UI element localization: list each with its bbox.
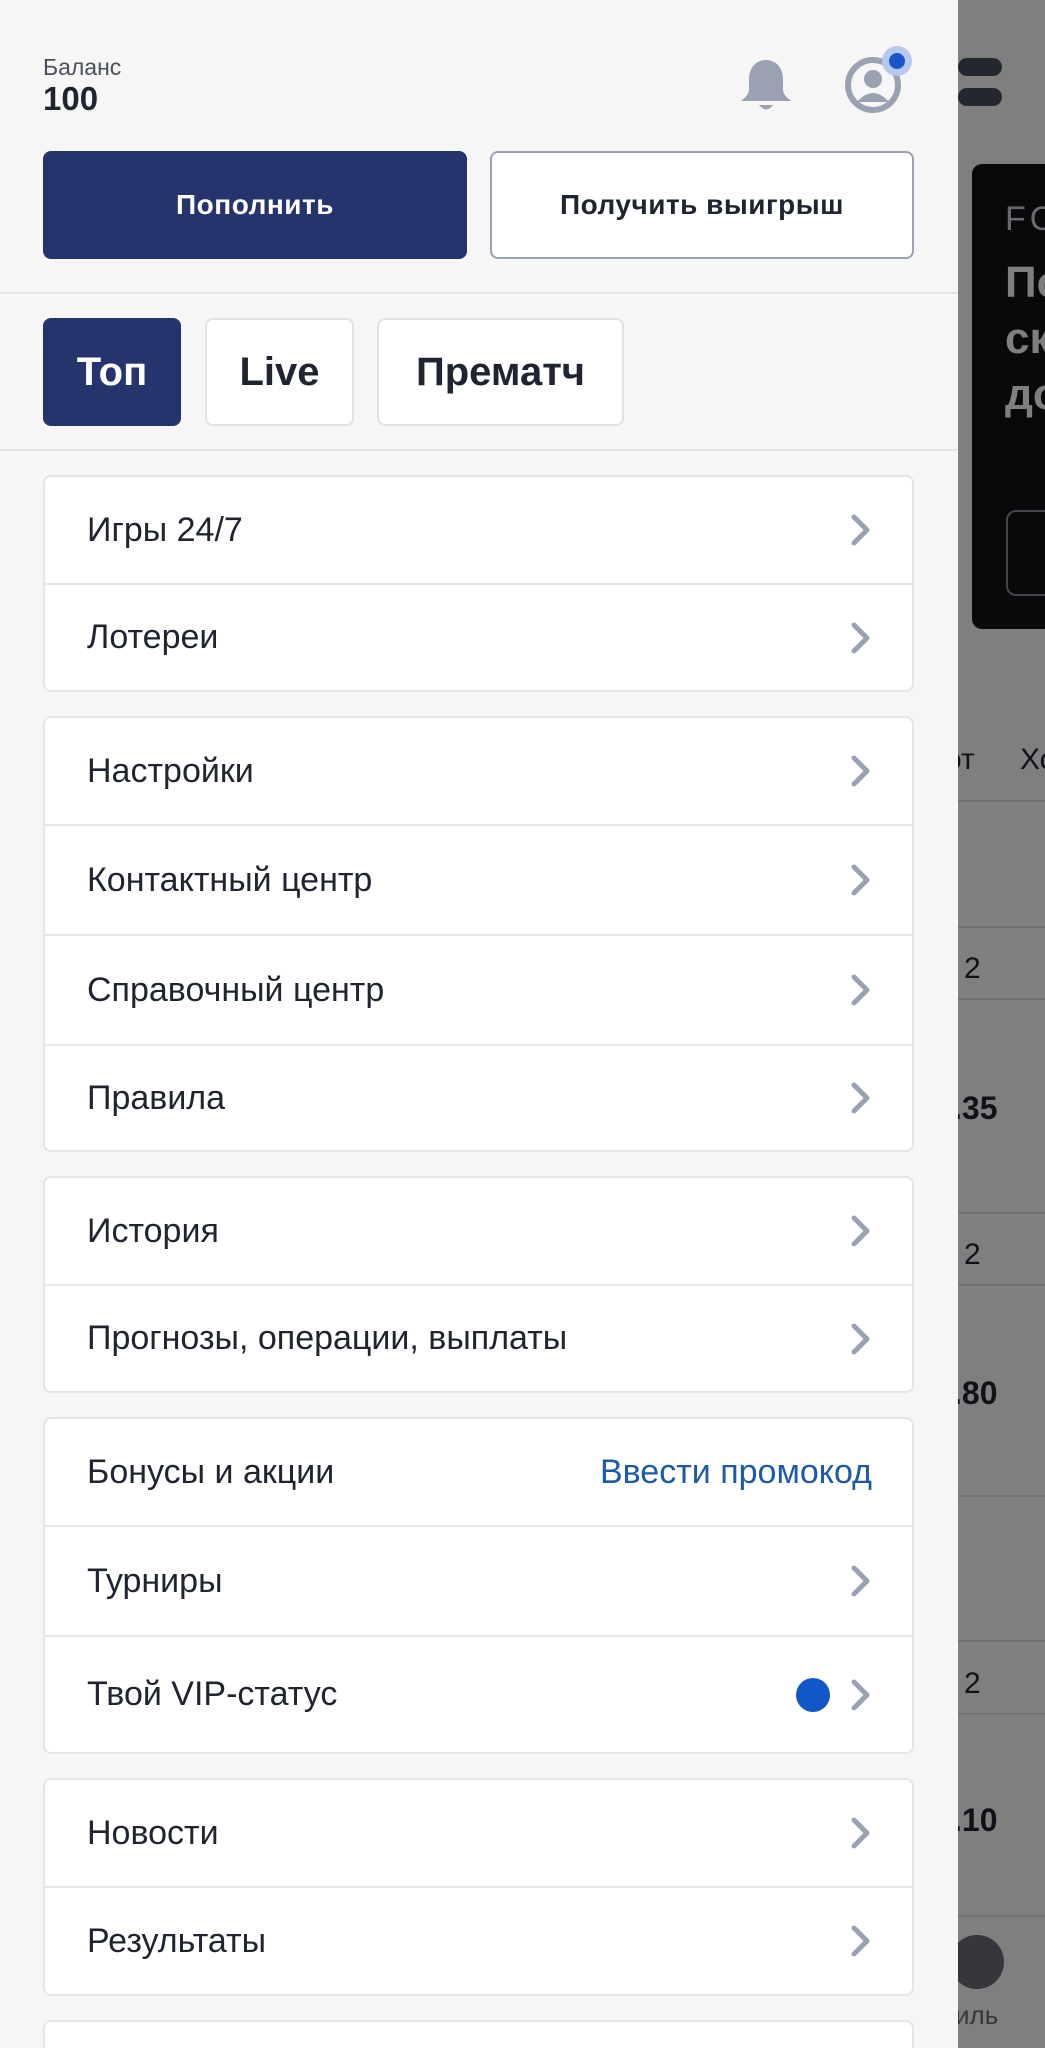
menu-item-label: Прогнозы, операции, выплаты xyxy=(87,1319,568,1357)
menu-group xyxy=(43,2020,914,2048)
menu-item-label: Контактный центр xyxy=(87,860,373,899)
tab-prematch[interactable]: Прематч xyxy=(377,318,624,426)
menu-item-label: Игры 24/7 xyxy=(87,510,243,549)
menu-item-lotteries[interactable]: Лотереи xyxy=(45,583,912,690)
chevron-right-icon xyxy=(851,1817,870,1849)
menu-item-help-center[interactable]: Справочный центр xyxy=(45,934,912,1044)
menu-item-label: Твой VIP-статус xyxy=(87,1675,338,1713)
menu-item-label: Результаты xyxy=(87,1921,267,1960)
chevron-right-icon xyxy=(851,1323,870,1354)
menu-item-label: История xyxy=(87,1211,219,1250)
menu-item-bonuses[interactable]: Бонусы и акции Ввести промокод xyxy=(45,1419,912,1525)
overlay-backdrop[interactable] xyxy=(958,0,1045,2048)
balance-value: 100 xyxy=(43,80,99,117)
menu-group: Бонусы и акции Ввести промокод Турниры Т… xyxy=(43,1417,914,1754)
withdraw-button[interactable]: Получить выигрыш xyxy=(490,151,914,259)
chevron-right-icon xyxy=(851,1565,870,1597)
menu-item-label: Правила xyxy=(87,1078,226,1117)
chevron-right-icon xyxy=(851,1925,870,1957)
menu-item-settings[interactable]: Настройки xyxy=(45,718,912,824)
menu-item-label: Настройки xyxy=(87,751,254,790)
notification-dot xyxy=(882,46,912,76)
menu-group: Игры 24/7 Лотереи xyxy=(43,475,914,692)
chevron-right-icon xyxy=(851,864,870,896)
menu-item-games[interactable]: Игры 24/7 xyxy=(45,477,912,583)
menu-group: История Прогнозы, операции, выплаты xyxy=(43,1176,914,1393)
menu-item-label: Справочный центр xyxy=(87,970,385,1009)
divider xyxy=(0,449,958,451)
menu-item-label: Новости xyxy=(87,1813,219,1852)
chevron-right-icon xyxy=(851,622,870,653)
divider xyxy=(0,292,958,294)
chevron-right-icon xyxy=(851,514,870,546)
menu-item-label: Лотереи xyxy=(87,618,219,656)
vip-indicator-dot xyxy=(796,1677,830,1712)
deposit-button[interactable]: Пополнить xyxy=(43,151,467,259)
chevron-right-icon xyxy=(851,1215,870,1247)
side-drawer: Баланс 100 Пополнить Получить выигрыш То… xyxy=(0,0,958,2048)
menu-item-rules[interactable]: Правила xyxy=(45,1044,912,1150)
menu-item-news[interactable]: Новости xyxy=(45,1780,912,1886)
bell-icon[interactable] xyxy=(737,56,795,116)
menu-item-label: Турниры xyxy=(87,1561,223,1600)
menu-item-contact-center[interactable]: Контактный центр xyxy=(45,824,912,934)
chevron-right-icon xyxy=(851,1082,870,1114)
menu-item-history[interactable]: История xyxy=(45,1178,912,1284)
chevron-right-icon xyxy=(851,1679,870,1710)
menu-group: Настройки Контактный центр Справочный це… xyxy=(43,716,914,1152)
menu-item-results[interactable]: Результаты xyxy=(45,1886,912,1994)
menu-item-label: Бонусы и акции xyxy=(87,1452,335,1491)
chevron-right-icon xyxy=(851,974,870,1006)
tab-live[interactable]: Live xyxy=(205,318,354,426)
menu-group: Новости Результаты xyxy=(43,1778,914,1996)
balance-label: Баланс xyxy=(43,54,122,80)
menu-item-tournaments[interactable]: Турниры xyxy=(45,1525,912,1635)
promo-code-link[interactable]: Ввести промокод xyxy=(600,1453,872,1492)
tab-top[interactable]: Топ xyxy=(43,318,181,426)
chevron-right-icon xyxy=(851,755,870,787)
menu-item-forecasts[interactable]: Прогнозы, операции, выплаты xyxy=(45,1284,912,1391)
menu-item-vip-status[interactable]: Твой VIP-статус xyxy=(45,1635,912,1752)
